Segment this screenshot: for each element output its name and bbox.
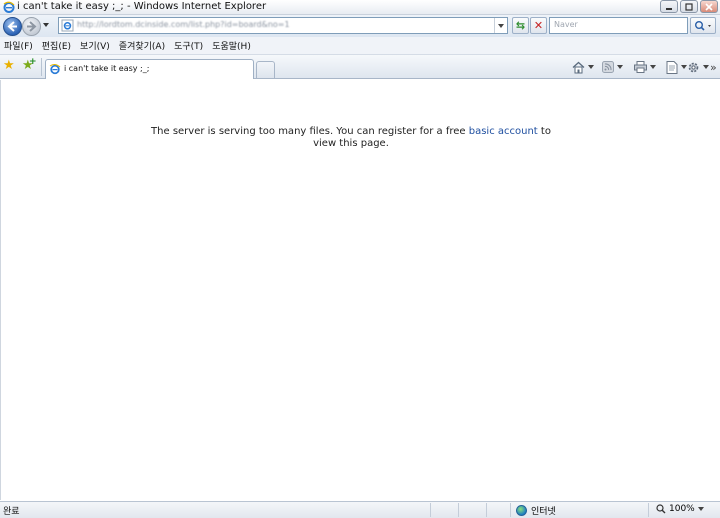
more-commands-button[interactable]: » (710, 59, 717, 75)
page-icon (49, 64, 61, 75)
feeds-button[interactable] (602, 59, 623, 75)
menu-file[interactable]: 파일(F) (4, 39, 33, 52)
address-url[interactable]: http://lordtom.dcinside.com/list.php?id=… (77, 20, 477, 30)
status-divider (458, 503, 459, 517)
status-bar: 완료 인터넷 100% (0, 501, 720, 518)
search-button[interactable] (690, 17, 716, 34)
home-button[interactable] (572, 59, 594, 75)
tab-bar: ★ ★ i can't take it easy ;_; (0, 55, 720, 79)
page-content: The server is serving too many files. Yo… (0, 80, 720, 500)
menu-bar: 파일(F) 편집(E) 보기(V) 즐겨찾기(A) 도구(T) 도움말(H) (0, 37, 720, 55)
forward-button[interactable] (22, 17, 41, 36)
server-message: The server is serving too many files. Yo… (151, 126, 551, 150)
page-icon (61, 19, 74, 32)
refresh-icon: ⇆ (515, 19, 526, 32)
status-divider (486, 503, 487, 517)
basic-account-link[interactable]: basic account (469, 126, 538, 137)
window-title: i can't take it easy ;_; - Windows Inter… (17, 1, 267, 12)
tab-separator (41, 58, 42, 76)
forward-arrow-icon (27, 21, 37, 32)
search-icon (695, 21, 711, 31)
new-tab-button[interactable] (256, 61, 275, 78)
menu-favorites[interactable]: 즐겨찾기(A) (119, 39, 165, 52)
status-divider (430, 503, 431, 517)
stop-icon: ✕ (533, 19, 544, 32)
menu-tools[interactable]: 도구(T) (174, 39, 203, 52)
tools-button[interactable] (687, 59, 709, 75)
tab-active[interactable]: i can't take it easy ;_; (45, 59, 254, 79)
page-button[interactable] (666, 59, 687, 75)
close-icon (705, 3, 713, 11)
zone-label: 인터넷 (531, 507, 556, 517)
address-bar[interactable]: http://lordtom.dcinside.com/list.php?id=… (58, 17, 508, 34)
tools-gear-icon (688, 62, 699, 72)
title-bar: i can't take it easy ;_; - Windows Inter… (0, 0, 720, 15)
status-text: 완료 (3, 507, 20, 517)
add-favorites-icon[interactable]: ★ (22, 55, 36, 73)
globe-icon (516, 505, 527, 516)
refresh-button[interactable]: ⇆ (512, 17, 529, 34)
zoom-control[interactable]: 100% (656, 504, 704, 514)
security-zone[interactable]: 인터넷 (516, 504, 556, 517)
navigation-bar: http://lordtom.dcinside.com/list.php?id=… (0, 15, 720, 37)
zoom-level: 100% (669, 504, 695, 514)
menu-edit[interactable]: 편집(E) (42, 39, 71, 52)
ie-icon (3, 1, 15, 13)
favorites-star-icon[interactable]: ★ (3, 59, 15, 73)
search-placeholder: Naver (554, 20, 578, 29)
status-divider (510, 503, 511, 517)
stop-button[interactable]: ✕ (530, 17, 547, 34)
window-controls (660, 0, 718, 14)
status-divider (648, 503, 649, 517)
zoom-icon (656, 504, 666, 514)
home-icon (572, 61, 585, 73)
address-dropdown[interactable] (494, 18, 507, 33)
tab-label: i can't take it easy ;_; (64, 64, 150, 73)
message-text: The server is serving too many files. Yo… (151, 126, 469, 137)
print-button[interactable] (634, 59, 656, 75)
minimize-button[interactable] (660, 0, 678, 13)
page-icon (666, 60, 678, 74)
close-button[interactable] (700, 0, 718, 13)
feeds-icon (602, 61, 614, 73)
maximize-icon (685, 3, 693, 11)
back-button[interactable] (3, 17, 22, 36)
minimize-icon (666, 8, 672, 10)
recent-pages-dropdown[interactable] (43, 23, 49, 27)
search-input[interactable]: Naver (549, 17, 688, 34)
maximize-button[interactable] (680, 0, 698, 13)
menu-view[interactable]: 보기(V) (80, 39, 110, 52)
back-arrow-icon (7, 21, 17, 32)
print-icon (634, 61, 647, 73)
menu-help[interactable]: 도움말(H) (212, 39, 251, 52)
